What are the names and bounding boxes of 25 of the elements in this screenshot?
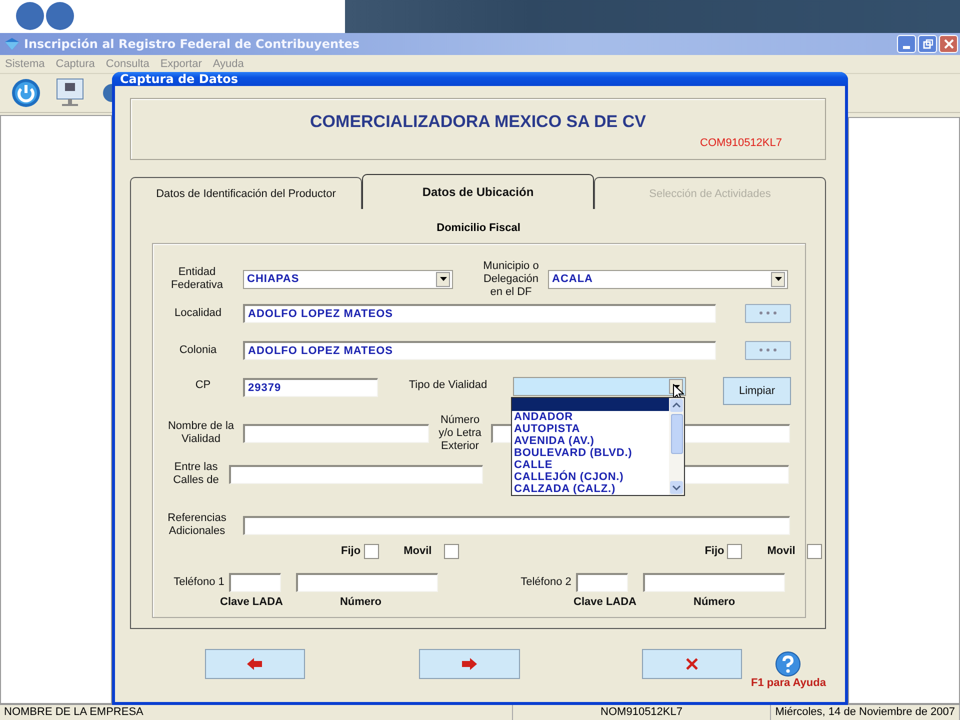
field-label: Número y/o Letra Exterior [438,414,482,452]
help-hint: F1 para Ayuda [750,677,826,689]
field-label: Teléfono 1 [172,576,226,588]
field-label: Colonia [178,344,218,356]
window-title: Inscripción al Registro Federal de Contribuyentes [24,37,360,51]
caption: Número [340,596,382,608]
caption: Clave LADA [574,596,636,608]
field-label: Municipio o Delegación en el DF [482,260,540,298]
field-label: Teléfono 2 [520,576,572,588]
caption: Clave LADA [220,596,283,608]
checkbox-label: Movil [767,545,796,557]
caption: Número [694,596,736,608]
rfc-text: COM910512KL7 [700,137,782,149]
dialog-title: Captura de Datos [120,72,238,86]
checkbox-label: Fijo [341,545,361,557]
field-label: Referencias Adicionales [166,512,228,538]
field-label: Entre las Calles de [172,461,220,487]
field-label: Entidad Federativa [170,266,224,292]
field-label: Tipo de Vialidad [408,379,488,392]
company-name: COMERCIALIZADORA MEXICO SA DE CV [310,112,646,132]
section-title: Domicilio Fiscal [436,222,520,236]
field-label: Localidad [173,306,223,320]
checkbox-label: Movil [404,545,432,557]
field-label: Nombre de la Vialidad [166,420,236,446]
checkbox-label: Fijo [704,545,724,557]
